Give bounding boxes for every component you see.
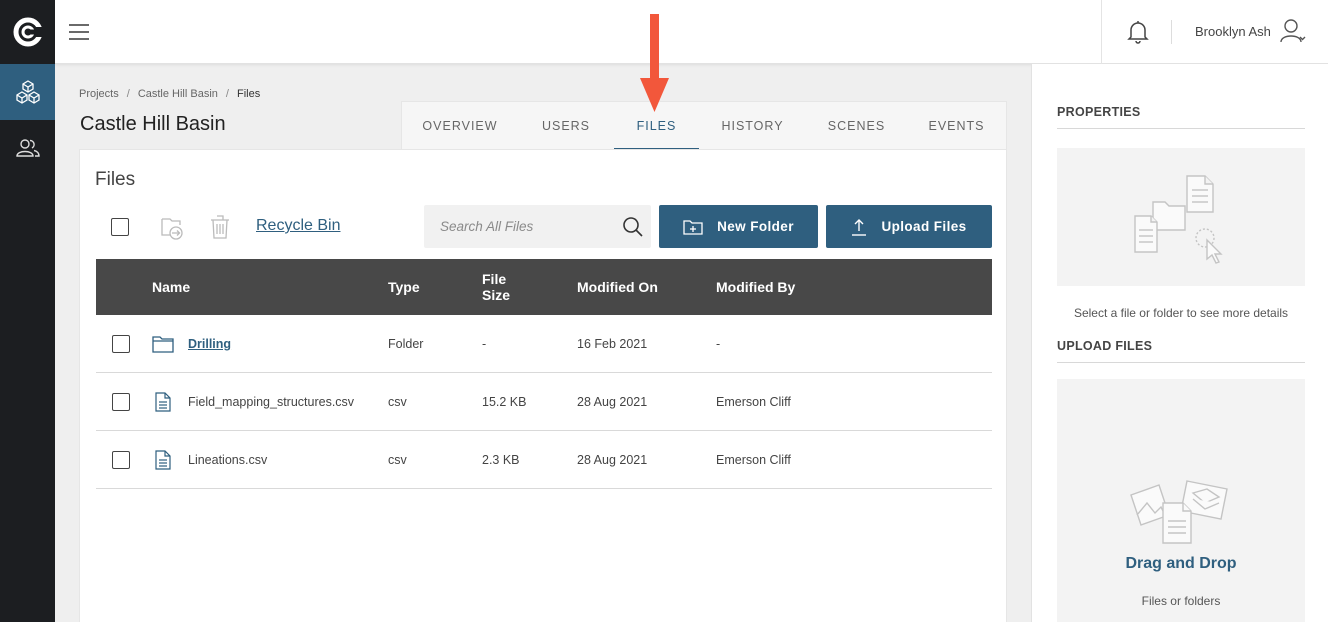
new-folder-button[interactable]: New Folder xyxy=(659,205,818,248)
upload-divider xyxy=(1057,362,1305,363)
file-size: 2.3 KB xyxy=(482,453,520,467)
file-size: 15.2 KB xyxy=(482,395,527,409)
file-name-link[interactable]: Drilling xyxy=(188,337,231,351)
modified-on: 28 Aug 2021 xyxy=(577,395,648,409)
properties-placeholder xyxy=(1057,148,1305,286)
row-checkbox[interactable] xyxy=(112,451,130,469)
table-row[interactable]: Drilling Folder - 16 Feb 2021 - xyxy=(96,315,992,373)
tab-overview[interactable]: OVERVIEW xyxy=(402,102,518,150)
page-title: Castle Hill Basin xyxy=(80,113,226,135)
user-menu-button[interactable] xyxy=(1279,17,1307,45)
column-file-size[interactable]: File Size xyxy=(482,259,510,315)
file-name[interactable]: Lineations.csv xyxy=(188,431,267,489)
notifications-button[interactable] xyxy=(1127,19,1149,45)
users-icon xyxy=(15,139,40,157)
file-icon xyxy=(155,450,171,470)
column-file-size-line2: Size xyxy=(482,287,511,303)
tab-events[interactable]: EVENTS xyxy=(907,102,1006,150)
upload-files-button[interactable]: Upload Files xyxy=(826,205,992,248)
column-name[interactable]: Name xyxy=(152,259,190,315)
file-name[interactable]: Field_mapping_structures.csv xyxy=(188,373,354,431)
details-panel: PROPERTIES Select a file or folder to se… xyxy=(1031,64,1328,622)
logo-icon xyxy=(13,17,43,47)
files-card: Files Recycle Bin New Folder Upload File… xyxy=(79,149,1007,622)
project-tabs: OVERVIEW USERS FILES HISTORY SCENES EVEN… xyxy=(401,101,1007,150)
new-folder-label: New Folder xyxy=(717,219,794,234)
recycle-bin-link[interactable]: Recycle Bin xyxy=(256,217,340,235)
breadcrumb-projects[interactable]: Projects xyxy=(79,88,119,100)
breadcrumb-separator: / xyxy=(225,88,229,100)
hamburger-menu-button[interactable] xyxy=(67,20,91,44)
user-avatar-icon xyxy=(1280,19,1306,43)
select-all-checkbox[interactable] xyxy=(111,218,129,236)
drag-and-drop-title: Drag and Drop xyxy=(1125,555,1237,572)
breadcrumb: Projects / Castle Hill Basin / Files xyxy=(79,88,260,100)
delete-button[interactable] xyxy=(209,213,231,241)
properties-heading: PROPERTIES xyxy=(1057,105,1141,119)
breadcrumb-separator: / xyxy=(126,88,130,100)
file-size: - xyxy=(482,337,487,351)
properties-divider xyxy=(1057,128,1305,129)
upload-files-heading: UPLOAD FILES xyxy=(1057,339,1153,353)
column-modified-by[interactable]: Modified By xyxy=(716,259,795,315)
modified-by: Emerson Cliff xyxy=(716,395,791,409)
move-to-folder-icon xyxy=(161,218,183,240)
header-separator xyxy=(1171,20,1172,44)
header-divider xyxy=(1101,0,1102,64)
file-type: csv xyxy=(388,453,407,467)
nav-users[interactable] xyxy=(0,120,55,176)
annotation-arrow-icon xyxy=(640,14,669,112)
search-icon[interactable] xyxy=(622,216,644,238)
drag-and-drop-subtitle: Files or folders xyxy=(1141,594,1221,608)
upload-files-label: Upload Files xyxy=(881,219,967,234)
files-illustration-icon xyxy=(1134,175,1223,264)
search-box xyxy=(424,205,651,248)
properties-hint: Select a file or folder to see more deta… xyxy=(1073,306,1289,320)
table-row[interactable]: Field_mapping_structures.csv csv 15.2 KB… xyxy=(96,373,992,431)
tab-scenes[interactable]: SCENES xyxy=(806,102,907,150)
breadcrumb-files: Files xyxy=(236,88,261,100)
modified-on: 16 Feb 2021 xyxy=(577,337,648,351)
cubes-icon xyxy=(15,80,40,104)
modified-by: Emerson Cliff xyxy=(716,453,791,467)
tab-users[interactable]: USERS xyxy=(518,102,614,150)
column-modified-on[interactable]: Modified On xyxy=(577,259,658,315)
row-checkbox[interactable] xyxy=(112,335,130,353)
table-row[interactable]: Lineations.csv csv 2.3 KB 28 Aug 2021 Em… xyxy=(96,431,992,489)
tab-history[interactable]: HISTORY xyxy=(699,102,806,150)
trash-icon xyxy=(211,215,229,239)
modified-on: 28 Aug 2021 xyxy=(577,453,648,467)
file-type: csv xyxy=(388,395,407,409)
table-header: Name Type File Size Modified On Modified… xyxy=(96,259,992,315)
app-logo[interactable] xyxy=(0,0,55,64)
modified-by: - xyxy=(716,337,721,351)
move-button[interactable] xyxy=(160,213,186,241)
bell-icon xyxy=(1127,21,1149,44)
column-type[interactable]: Type xyxy=(388,259,420,315)
drag-drop-illustration-icon xyxy=(1130,480,1228,544)
breadcrumb-castle-hill-basin[interactable]: Castle Hill Basin xyxy=(138,88,218,100)
hamburger-icon xyxy=(69,24,89,40)
file-icon xyxy=(155,392,171,412)
files-table: Name Type File Size Modified On Modified… xyxy=(96,259,992,489)
nav-projects[interactable] xyxy=(0,64,55,120)
folder-plus-icon xyxy=(683,219,703,235)
top-bar: Brooklyn Ash xyxy=(55,0,1328,64)
row-checkbox[interactable] xyxy=(112,393,130,411)
file-type: Folder xyxy=(388,337,424,351)
left-rail xyxy=(0,0,55,622)
folder-icon xyxy=(152,336,174,353)
drag-and-drop-zone[interactable]: Drag and Drop Files or folders xyxy=(1057,379,1305,622)
user-name[interactable]: Brooklyn Ash xyxy=(1195,24,1271,39)
files-heading: Files xyxy=(95,169,136,190)
column-file-size-line1: File xyxy=(482,271,507,287)
upload-icon xyxy=(852,218,867,236)
search-input[interactable] xyxy=(440,205,620,248)
